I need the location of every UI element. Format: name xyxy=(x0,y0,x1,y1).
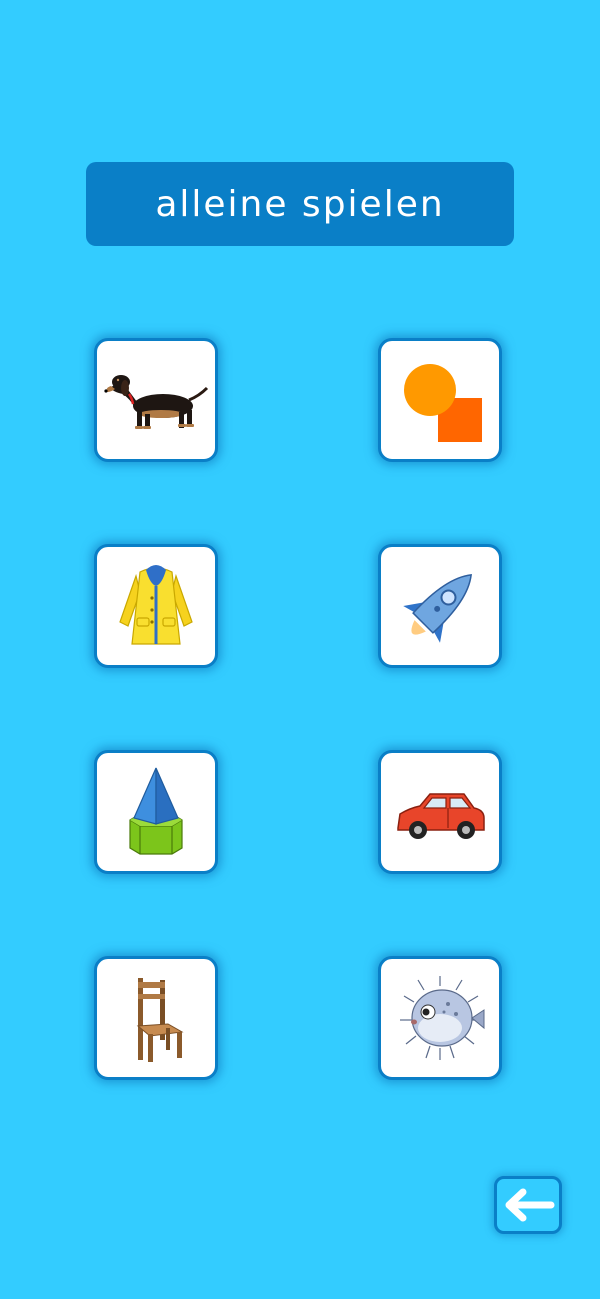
card-dog[interactable] xyxy=(94,338,218,462)
card-raincoat[interactable] xyxy=(94,544,218,668)
car-icon xyxy=(397,793,485,839)
pyramid-prism-icon xyxy=(129,767,183,855)
shapes-icon xyxy=(404,364,482,442)
chair-icon xyxy=(136,978,184,1062)
back-button[interactable] xyxy=(494,1176,562,1234)
card-shapes[interactable] xyxy=(378,338,502,462)
card-car[interactable] xyxy=(378,750,502,874)
page-title-label: alleine spielen xyxy=(155,183,445,225)
card-pufferfish[interactable] xyxy=(378,956,502,1080)
pufferfish-icon xyxy=(400,976,485,1060)
page-title: alleine spielen xyxy=(86,162,514,246)
card-chair[interactable] xyxy=(94,956,218,1080)
dog-icon xyxy=(104,375,209,429)
rocket-icon xyxy=(403,574,472,643)
arrow-left-icon xyxy=(505,1188,555,1222)
raincoat-icon xyxy=(119,565,193,645)
card-rocket[interactable] xyxy=(378,544,502,668)
card-pyramid[interactable] xyxy=(94,750,218,874)
